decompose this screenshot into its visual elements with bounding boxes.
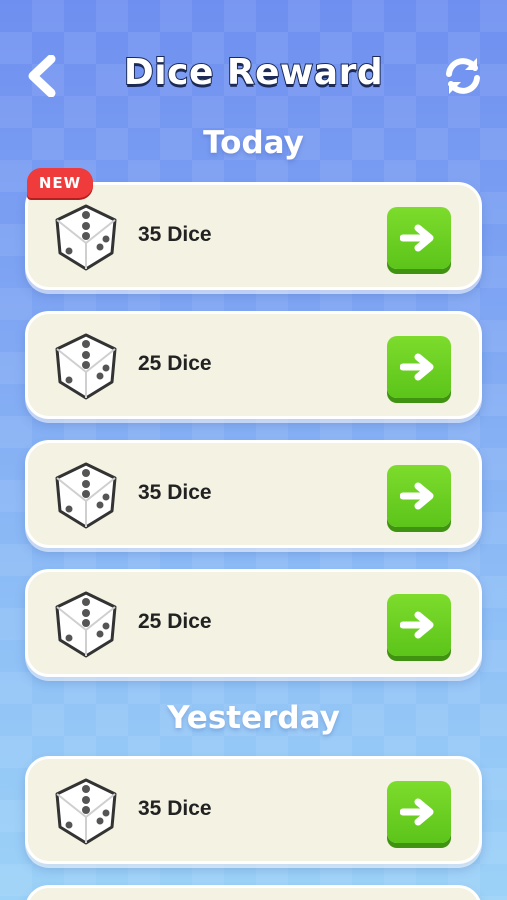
arrow-right-icon	[400, 798, 434, 826]
arrow-right-icon	[400, 611, 434, 639]
section-title-yesterday: Yesterday	[167, 700, 340, 736]
new-badge: NEW	[27, 168, 93, 198]
claim-button[interactable]	[387, 594, 451, 656]
section-title-today: Today	[203, 125, 304, 161]
reward-label: 25 Dice	[138, 610, 212, 633]
reward-card: 25 Dice	[25, 311, 482, 419]
dice-icon	[55, 778, 117, 845]
claim-button[interactable]	[387, 207, 451, 269]
claim-button[interactable]	[387, 465, 451, 527]
refresh-button[interactable]	[437, 50, 489, 102]
reward-label: 35 Dice	[138, 223, 212, 246]
reward-card: 25 Dice	[25, 569, 482, 677]
dice-icon	[55, 462, 117, 529]
claim-button[interactable]	[387, 781, 451, 843]
header: Dice Reward	[0, 44, 507, 108]
dice-icon	[55, 204, 117, 271]
page-title: Dice Reward	[123, 51, 384, 94]
claim-button[interactable]	[387, 336, 451, 398]
reward-label: 35 Dice	[138, 481, 212, 504]
dice-icon	[55, 591, 117, 658]
arrow-right-icon	[400, 353, 434, 381]
dice-icon	[55, 333, 117, 400]
reward-card: 35 Dice	[25, 440, 482, 548]
refresh-icon	[446, 58, 480, 94]
reward-card: 35 Dice	[25, 756, 482, 864]
reward-label: 25 Dice	[138, 352, 212, 375]
reward-card: 35 Dice	[25, 182, 482, 290]
arrow-right-icon	[400, 224, 434, 252]
reward-card-partial	[25, 885, 482, 900]
reward-label: 35 Dice	[138, 797, 212, 820]
arrow-right-icon	[400, 482, 434, 510]
